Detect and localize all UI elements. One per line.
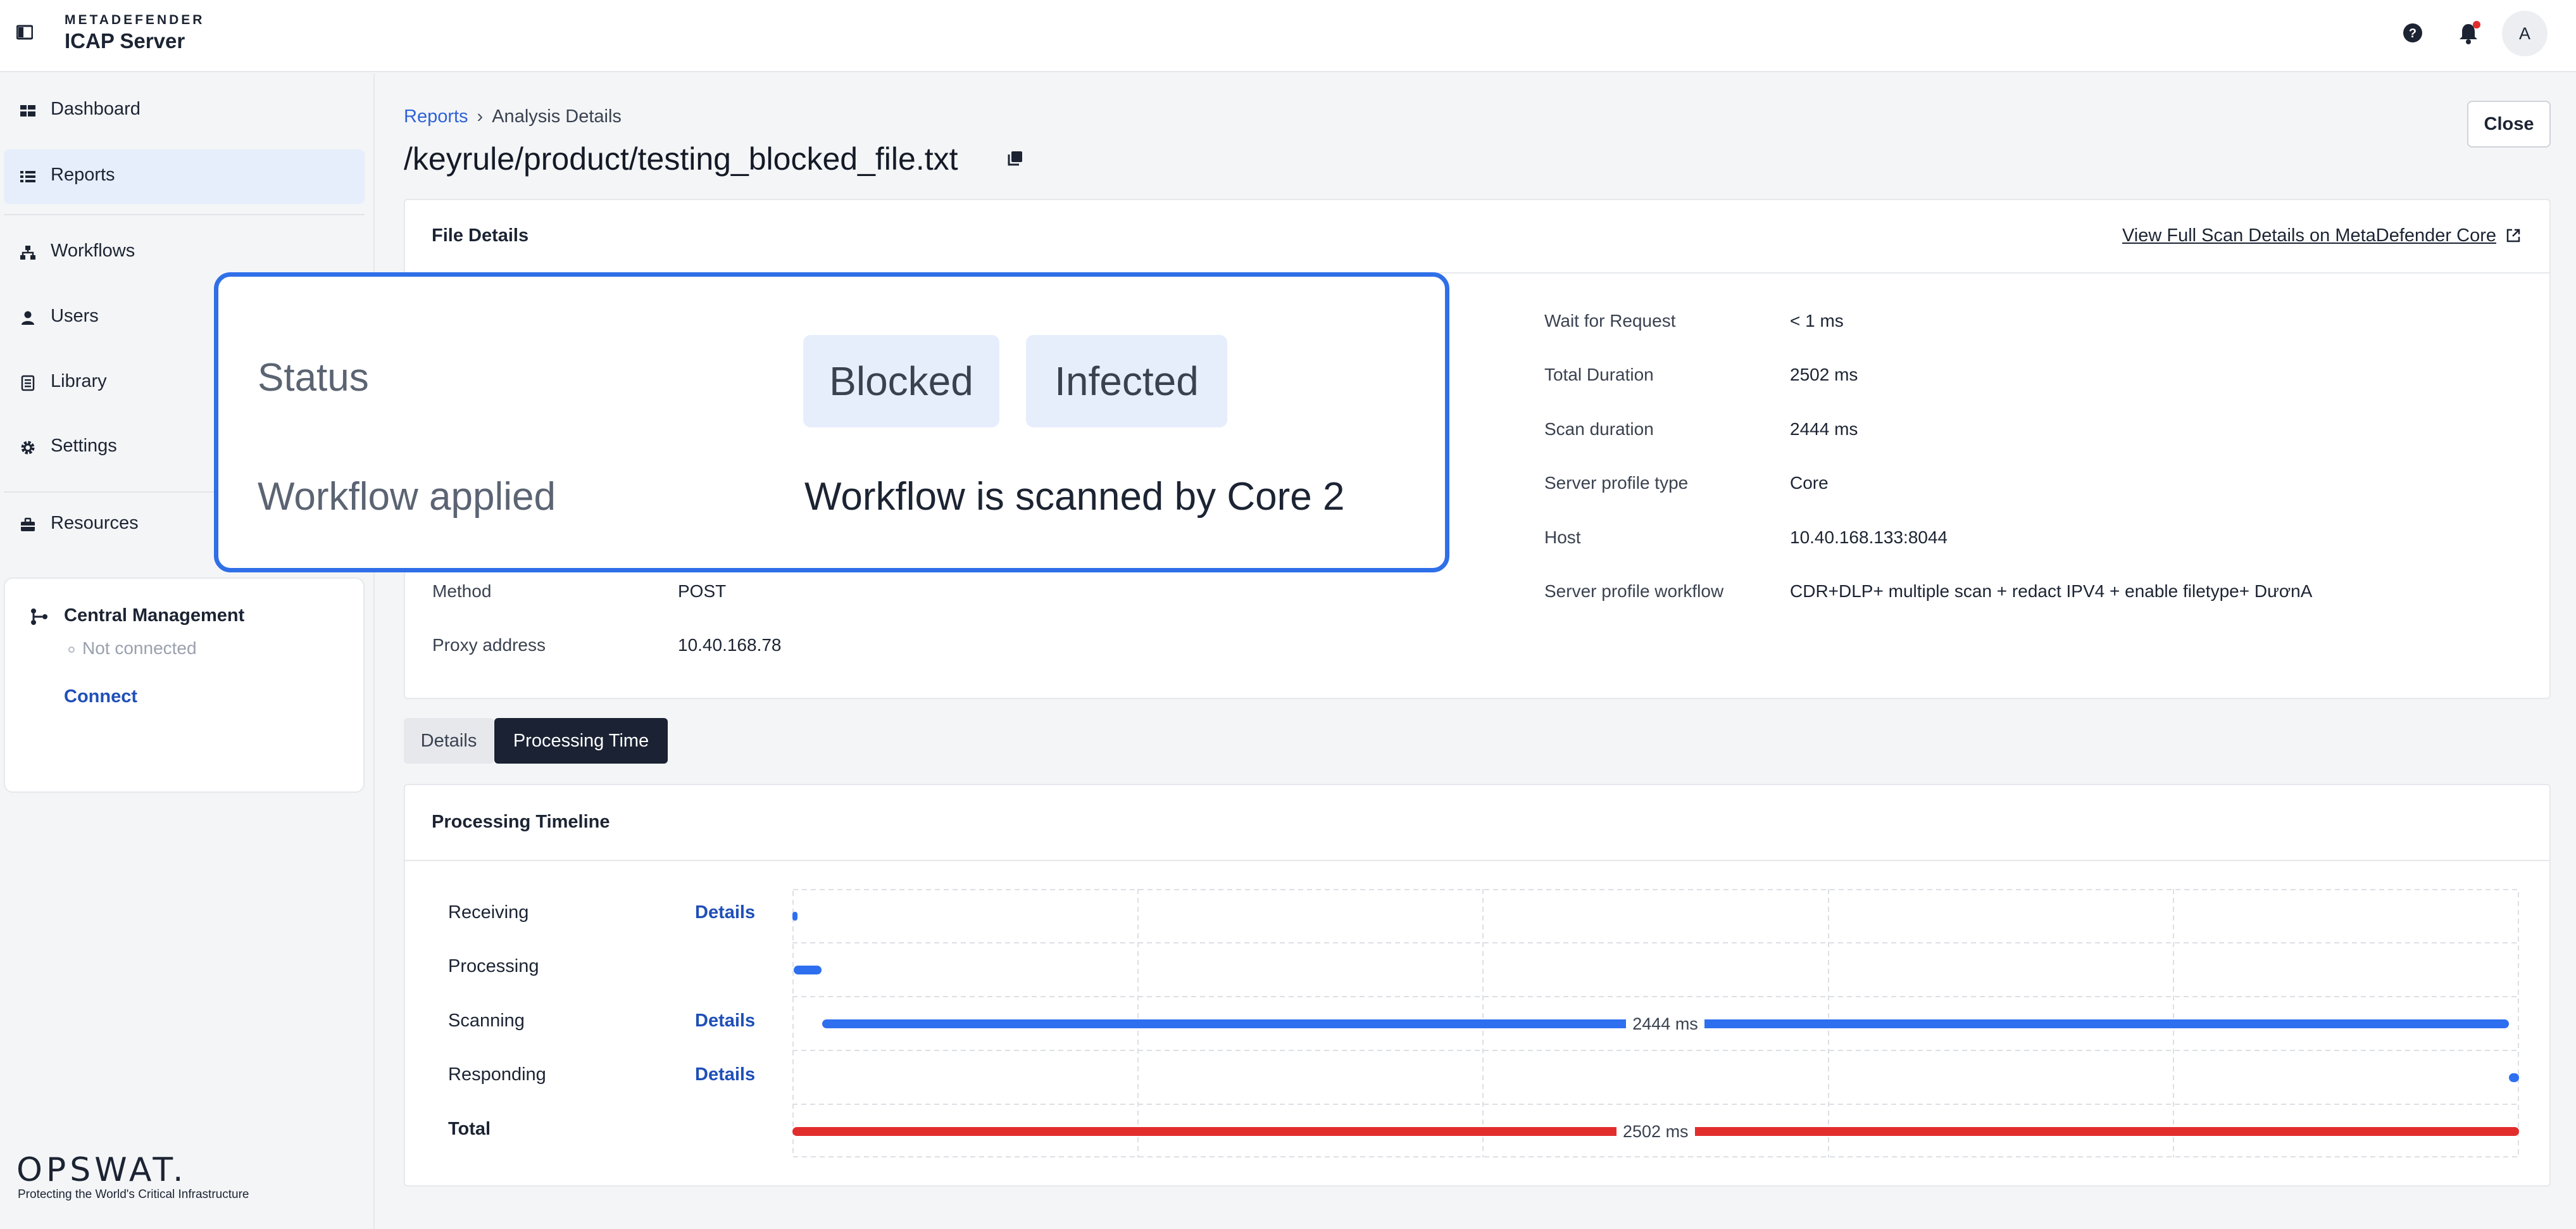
workflow-applied-value: Workflow is scanned by Core 2 bbox=[804, 475, 1345, 519]
status-dot-icon bbox=[68, 646, 75, 653]
sidebar-item-label: Resources bbox=[51, 513, 139, 533]
library-icon bbox=[21, 375, 35, 391]
file-details-title: File Details bbox=[432, 225, 529, 246]
toolbox-icon bbox=[21, 517, 35, 531]
breadcrumb-current: Analysis Details bbox=[492, 106, 622, 127]
blocked-badge: Blocked bbox=[803, 335, 999, 427]
list-icon bbox=[20, 171, 35, 182]
processing-timeline-title: Processing Timeline bbox=[432, 812, 610, 832]
timeline-bar-label-total: 2502 ms bbox=[1616, 1121, 1695, 1141]
scan-duration-value: 2444 ms bbox=[1790, 419, 1858, 439]
timeline-row-label-total: Total bbox=[448, 1119, 491, 1139]
breadcrumb-reports-link[interactable]: Reports bbox=[404, 106, 468, 127]
processing-timeline-header: Processing Timeline bbox=[405, 785, 2549, 861]
sidebar-item-reports[interactable]: Reports bbox=[4, 149, 365, 204]
sidebar-item-label: Reports bbox=[51, 165, 115, 185]
svg-text:?: ? bbox=[2409, 27, 2417, 41]
sidebar-item-label: Dashboard bbox=[51, 99, 141, 119]
user-avatar[interactable]: A bbox=[2502, 11, 2548, 56]
status-zoom-callout: Status Blocked Infected Workflow applied… bbox=[214, 272, 1449, 572]
status-text: Not connected bbox=[82, 638, 197, 658]
opswat-tagline: Protecting the World's Critical Infrastr… bbox=[18, 1188, 249, 1201]
tab-details[interactable]: Details bbox=[404, 718, 494, 764]
external-link-icon bbox=[2506, 229, 2520, 243]
copy-icon[interactable] bbox=[1006, 149, 1024, 167]
server-profile-workflow-value: CDR+DLP+ multiple scan + redact IPV4 + e… bbox=[1790, 581, 2313, 601]
workflow-icon bbox=[20, 246, 35, 260]
app-brand[interactable]: METADEFENDER ICAP Server bbox=[65, 13, 204, 53]
view-full-scan-text: View Full Scan Details on MetaDefender C… bbox=[2122, 225, 2496, 246]
top-bar: METADEFENDER ICAP Server ? A bbox=[0, 0, 2576, 72]
gear-icon bbox=[21, 441, 35, 455]
infected-badge: Infected bbox=[1026, 335, 1227, 427]
wait-for-request-value: < 1 ms bbox=[1790, 311, 1844, 331]
timeline-bar-receiving bbox=[792, 911, 797, 921]
central-management-title: Central Management bbox=[64, 605, 245, 626]
central-management-card: Central Management Not connected Connect bbox=[4, 577, 365, 793]
brand-product-name: ICAP Server bbox=[65, 29, 185, 53]
method-value: POST bbox=[678, 581, 727, 601]
workflow-applied-label: Workflow applied bbox=[258, 475, 556, 519]
sidebar-item-label: Library bbox=[51, 371, 107, 391]
total-duration-value: 2502 ms bbox=[1790, 365, 1858, 384]
timeline-row-label-scanning: Scanning bbox=[448, 1011, 525, 1031]
user-icon bbox=[22, 311, 34, 325]
view-full-scan-link[interactable]: View Full Scan Details on MetaDefender C… bbox=[2122, 225, 2522, 246]
server-profile-workflow-label: Server profile workflow bbox=[1544, 581, 1724, 601]
sidebar-item-label: Workflows bbox=[51, 241, 135, 261]
brand-top-text: METADEFENDER bbox=[65, 13, 205, 27]
branch-icon bbox=[31, 608, 47, 625]
host-value: 10.40.168.133:8044 bbox=[1790, 527, 1948, 547]
host-label: Host bbox=[1544, 527, 1581, 547]
chevron-right-icon: › bbox=[477, 106, 484, 127]
connect-link[interactable]: Connect bbox=[64, 686, 137, 707]
server-profile-type-value: Core bbox=[1790, 473, 1829, 493]
total-duration-label: Total Duration bbox=[1544, 365, 1654, 384]
method-label: Method bbox=[432, 581, 492, 601]
sidebar-divider bbox=[4, 214, 365, 215]
help-icon[interactable]: ? bbox=[2399, 19, 2427, 47]
timeline-chart: 2444 ms 2502 ms bbox=[792, 889, 2519, 1157]
sidebar-item-label: Users bbox=[51, 306, 99, 326]
breadcrumb: Reports › Analysis Details bbox=[404, 106, 622, 127]
timeline-bar-processing bbox=[794, 965, 822, 974]
timeline-bar-responding bbox=[2508, 1073, 2519, 1082]
sidebar-item-label: Settings bbox=[51, 436, 117, 456]
scan-duration-label: Scan duration bbox=[1544, 419, 1654, 439]
responding-details-link[interactable]: Details bbox=[695, 1064, 755, 1085]
server-profile-type-label: Server profile type bbox=[1544, 473, 1689, 493]
dashboard-icon bbox=[20, 105, 35, 117]
sidebar-toggle-icon[interactable] bbox=[16, 24, 33, 41]
timeline-row-label-receiving: Receiving bbox=[448, 902, 529, 923]
status-label: Status bbox=[258, 356, 369, 400]
scanning-details-link[interactable]: Details bbox=[695, 1011, 755, 1031]
proxy-address-value: 10.40.168.78 bbox=[678, 635, 782, 655]
wait-for-request-label: Wait for Request bbox=[1544, 311, 1676, 331]
central-management-status: Not connected bbox=[68, 638, 197, 659]
sidebar-item-dashboard[interactable]: Dashboard bbox=[4, 84, 365, 138]
close-button[interactable]: Close bbox=[2467, 101, 2551, 148]
file-details-header: File Details View Full Scan Details on M… bbox=[405, 200, 2549, 274]
timeline-row-label-responding: Responding bbox=[448, 1064, 546, 1085]
proxy-address-label: Proxy address bbox=[432, 635, 546, 655]
receiving-details-link[interactable]: Details bbox=[695, 902, 755, 923]
opswat-logo: OPSWAT. bbox=[16, 1151, 187, 1189]
timeline-row-label-processing: Processing bbox=[448, 956, 539, 976]
tab-processing-time[interactable]: Processing Time bbox=[494, 718, 668, 764]
page-title: /keyrule/product/testing_blocked_file.tx… bbox=[404, 141, 958, 177]
notification-bell-icon[interactable] bbox=[2454, 19, 2482, 47]
timeline-bar-label-scanning: 2444 ms bbox=[1626, 1014, 1704, 1033]
